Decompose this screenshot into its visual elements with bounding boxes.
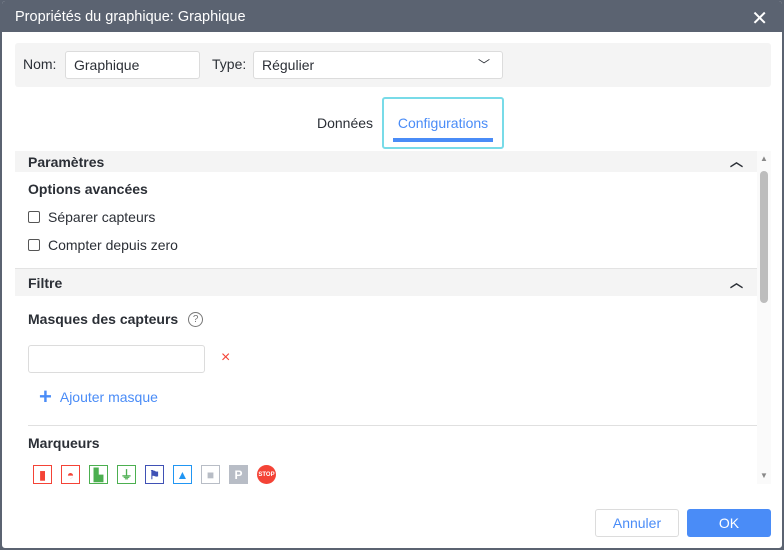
image-icon: ▲	[176, 467, 189, 482]
name-value: Graphique	[74, 57, 140, 73]
section-parametres-header[interactable]: Paramètres ︿	[15, 151, 757, 172]
sensor-masks-label: Masques des capteurs?	[28, 311, 204, 327]
parking-icon: P	[234, 467, 243, 482]
name-input[interactable]: Graphique	[65, 51, 200, 79]
video-marker-toggle[interactable]: ■	[201, 465, 220, 484]
flag-marker-toggle[interactable]: ⚑	[145, 465, 164, 484]
tab-label: Données	[316, 115, 374, 131]
name-label: Nom:	[23, 56, 57, 72]
sensor-mask-input[interactable]	[28, 345, 205, 373]
option-separate-sensors[interactable]: Séparer capteurs	[28, 209, 155, 225]
divider	[28, 425, 757, 426]
parking-marker-toggle[interactable]: P	[229, 465, 248, 484]
dialog-title: Propriétés du graphique: Graphique	[15, 8, 246, 25]
video-icon: ■	[206, 467, 215, 482]
chevron-down-icon: ﹀	[477, 58, 490, 72]
fuel-station-marker-toggle[interactable]: ▙	[89, 465, 108, 484]
gauge-marker-toggle[interactable]: ◓	[61, 465, 80, 484]
option-label: Séparer capteurs	[48, 209, 156, 225]
general-box: Nom: Graphique Type: Régulier ﹀	[15, 43, 771, 87]
add-mask-button[interactable]: + Ajouter masque	[39, 384, 158, 409]
ok-button[interactable]: OK	[687, 509, 771, 537]
chevron-up-icon: ︿	[729, 275, 743, 290]
plug-icon: ⏚	[120, 468, 133, 482]
scrollbar[interactable]: ▲ ▼	[757, 151, 771, 484]
fuel-station-icon: ▙	[93, 467, 104, 482]
checkbox[interactable]	[28, 239, 40, 251]
active-tab-indicator	[393, 138, 493, 142]
section-filtre-header[interactable]: Filtre ︿	[15, 269, 757, 296]
scrollbar-thumb[interactable]	[760, 171, 768, 303]
option-label: Compter depuis zero	[48, 237, 178, 253]
tab-donnees[interactable]: Données	[307, 97, 383, 149]
masks-label: Masques des capteurs	[28, 311, 179, 327]
chart-properties-dialog: Propriétés du graphique: Graphique ✕ Nom…	[1, 0, 783, 549]
advanced-options-label: Options avancées	[28, 181, 148, 197]
cancel-button[interactable]: Annuler	[595, 509, 679, 537]
scroll-up-icon[interactable]: ▲	[760, 154, 768, 163]
option-count-from-zero[interactable]: Compter depuis zero	[28, 237, 178, 253]
stop-marker-toggle[interactable]: STOP	[257, 465, 276, 484]
type-label: Type:	[212, 56, 247, 72]
ok-label: OK	[718, 515, 740, 531]
fuel-can-marker-toggle[interactable]: ▮	[33, 465, 52, 484]
plus-icon: +	[39, 384, 52, 409]
dialog-titlebar: Propriétés du graphique: Graphique	[2, 1, 782, 32]
fuel-can-icon: ▮	[39, 467, 46, 482]
flag-icon: ⚑	[149, 467, 160, 482]
type-value: Régulier	[262, 57, 315, 73]
add-mask-label: Ajouter masque	[59, 389, 158, 405]
checkbox[interactable]	[28, 211, 40, 223]
tab-configurations[interactable]: Configurations	[382, 97, 504, 149]
stop-icon: STOP	[258, 471, 275, 478]
help-icon[interactable]: ?	[188, 311, 204, 327]
section-title: Paramètres	[28, 153, 105, 170]
markers-row: ▮ ◓ ▙ ⏚ ⚑ ▲ ■ P STOP	[33, 465, 285, 484]
remove-mask-icon[interactable]: ×	[221, 349, 230, 367]
image-marker-toggle[interactable]: ▲	[173, 465, 192, 484]
section-title: Filtre	[28, 274, 63, 291]
close-icon[interactable]: ✕	[751, 6, 768, 31]
chevron-up-icon: ︿	[729, 154, 743, 169]
gauge-icon: ◓	[66, 467, 75, 482]
cancel-label: Annuler	[612, 515, 662, 531]
tab-label: Configurations	[397, 115, 489, 131]
type-select[interactable]: Régulier ﹀	[253, 51, 503, 79]
plug-marker-toggle[interactable]: ⏚	[117, 465, 136, 484]
scroll-down-icon[interactable]: ▼	[760, 471, 768, 480]
settings-panel: Paramètres ︿ Options avancées Séparer cap…	[15, 151, 757, 484]
markers-label: Marqueurs	[28, 435, 100, 451]
